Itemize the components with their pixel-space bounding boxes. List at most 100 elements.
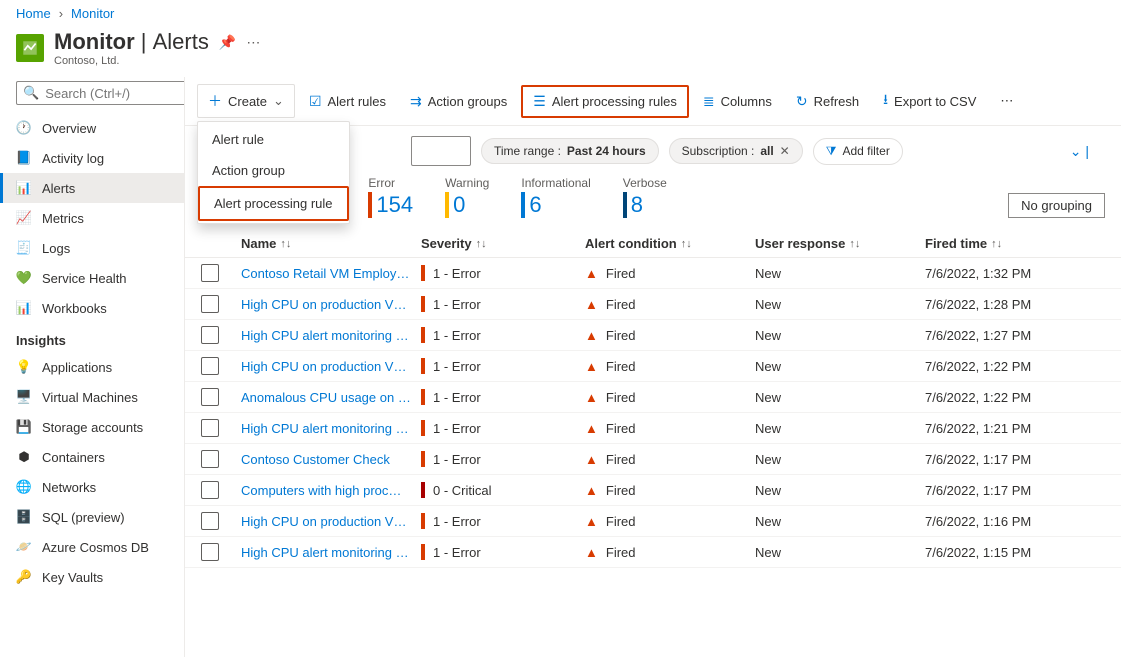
th-fired[interactable]: Fired time↑↓ — [925, 236, 1105, 251]
table-row[interactable]: High CPU alert monitoring … 1 - Error ▲F… — [185, 320, 1121, 351]
breadcrumb-current[interactable]: Monitor — [71, 6, 114, 21]
table-row[interactable]: Contoso Customer Check 1 - Error ▲Fired … — [185, 444, 1121, 475]
create-dropdown: Alert rule Action group Alert processing… — [197, 121, 350, 224]
cell-severity: 1 - Error — [421, 296, 585, 312]
sidebar-item-label: Virtual Machines — [42, 390, 138, 405]
table-row[interactable]: High CPU on production V… 1 - Error ▲Fir… — [185, 351, 1121, 382]
expand-toggle[interactable]: ⌄ | — [1054, 139, 1105, 164]
th-response[interactable]: User response↑↓ — [755, 236, 925, 251]
th-name[interactable]: Name↑↓ — [241, 236, 421, 251]
more-icon[interactable]: ⋯ — [246, 34, 260, 51]
sidebar-item-overview[interactable]: 🕐Overview — [0, 113, 184, 143]
sidebar-item-storage[interactable]: 💾Storage accounts — [0, 412, 184, 442]
dropdown-action-group[interactable]: Action group — [198, 155, 349, 186]
severity-bar-icon — [421, 544, 425, 560]
table-row[interactable]: High CPU alert monitoring … 1 - Error ▲F… — [185, 413, 1121, 444]
table-row[interactable]: Contoso Retail VM Employ… 1 - Error ▲Fir… — [185, 258, 1121, 289]
alert-rules-icon: ☑ — [309, 93, 322, 110]
add-filter-button[interactable]: ⧩ Add filter — [813, 138, 903, 165]
processing-rules-icon: ☰ — [533, 93, 546, 110]
export-csv-button[interactable]: ⭳ Export to CSV — [873, 83, 986, 119]
alert-name-link[interactable]: High CPU alert monitoring … — [241, 545, 421, 560]
action-groups-button[interactable]: ⇉ Action groups — [400, 87, 517, 116]
row-checkbox[interactable] — [201, 388, 219, 406]
search-input[interactable] — [45, 86, 185, 101]
sidebar-item-label: Overview — [42, 121, 96, 136]
sidebar-item-networks[interactable]: 🌐Networks — [0, 472, 184, 502]
cell-fired-time: 7/6/2022, 1:32 PM — [925, 266, 1105, 281]
table-row[interactable]: Computers with high proc… 0 - Critical ▲… — [185, 475, 1121, 506]
columns-button[interactable]: ≣ Columns — [693, 87, 782, 116]
row-checkbox[interactable] — [201, 264, 219, 282]
metrics-icon: 📈 — [16, 210, 32, 226]
row-checkbox[interactable] — [201, 543, 219, 561]
filter-time-range[interactable]: Time range : Past 24 hours — [481, 138, 659, 164]
table-row[interactable]: High CPU alert monitoring … 1 - Error ▲F… — [185, 537, 1121, 568]
sidebar-item-alerts[interactable]: 📊Alerts — [0, 173, 184, 203]
logs-icon: 🧾 — [16, 240, 32, 256]
breadcrumb-home[interactable]: Home — [16, 6, 51, 21]
sidebar-item-cosmos[interactable]: 🪐Azure Cosmos DB — [0, 532, 184, 562]
sidebar-item-logs[interactable]: 🧾Logs — [0, 233, 184, 263]
table-row[interactable]: Anomalous CPU usage on … 1 - Error ▲Fire… — [185, 382, 1121, 413]
row-checkbox[interactable] — [201, 326, 219, 344]
alert-name-link[interactable]: Contoso Retail VM Employ… — [241, 266, 421, 281]
warning-icon: ▲ — [585, 514, 598, 529]
sidebar-item-health[interactable]: 💚Service Health — [0, 263, 184, 293]
sidebar-item-keyvaults[interactable]: 🔑Key Vaults — [0, 562, 184, 592]
pin-icon[interactable]: 📌 — [219, 34, 236, 51]
cell-condition: ▲Fired — [585, 421, 755, 436]
sidebar-item-applications[interactable]: 💡Applications — [0, 352, 184, 382]
table-row[interactable]: High CPU on production V… 1 - Error ▲Fir… — [185, 289, 1121, 320]
cell-fired-time: 7/6/2022, 1:16 PM — [925, 514, 1105, 529]
alert-name-link[interactable]: Computers with high proc… — [241, 483, 421, 498]
table-row[interactable]: High CPU on production V… 1 - Error ▲Fir… — [185, 506, 1121, 537]
sidebar-search[interactable]: 🔍 — [16, 81, 185, 105]
row-checkbox[interactable] — [201, 481, 219, 499]
filter-search-box[interactable] — [411, 136, 471, 166]
alert-name-link[interactable]: Contoso Customer Check — [241, 452, 421, 467]
filter-subscription[interactable]: Subscription : all ✕ — [669, 138, 803, 164]
summary-info[interactable]: Informational 6 — [521, 176, 590, 218]
th-severity[interactable]: Severity↑↓ — [421, 236, 585, 251]
th-condition[interactable]: Alert condition↑↓ — [585, 236, 755, 251]
search-icon: 🔍 — [23, 85, 39, 101]
sidebar-item-metrics[interactable]: 📈Metrics — [0, 203, 184, 233]
alert-name-link[interactable]: High CPU on production V… — [241, 514, 421, 529]
more-toolbar-button[interactable]: ⋯ — [990, 87, 1023, 115]
sidebar-item-label: Key Vaults — [42, 570, 103, 585]
warning-icon: ▲ — [585, 297, 598, 312]
alert-name-link[interactable]: High CPU on production V… — [241, 297, 421, 312]
create-button[interactable]: ＋ Create ⌄ — [197, 84, 295, 118]
alert-name-link[interactable]: High CPU alert monitoring … — [241, 328, 421, 343]
sidebar-item-activity[interactable]: 📘Activity log — [0, 143, 184, 173]
alert-name-link[interactable]: Anomalous CPU usage on … — [241, 390, 421, 405]
dropdown-alert-rule[interactable]: Alert rule — [198, 124, 349, 155]
row-checkbox[interactable] — [201, 357, 219, 375]
sidebar-item-sql[interactable]: 🗄️SQL (preview) — [0, 502, 184, 532]
sidebar-item-containers[interactable]: ⬢Containers — [0, 442, 184, 472]
alert-name-link[interactable]: High CPU alert monitoring … — [241, 421, 421, 436]
cell-severity: 0 - Critical — [421, 482, 585, 498]
filter-icon: ⧩ — [826, 144, 837, 159]
dropdown-processing-rule[interactable]: Alert processing rule — [198, 186, 349, 221]
sidebar-item-vms[interactable]: 🖥️Virtual Machines — [0, 382, 184, 412]
alert-rules-button[interactable]: ☑ Alert rules — [299, 87, 396, 116]
warning-icon: ▲ — [585, 545, 598, 560]
clear-filter-icon[interactable]: ✕ — [780, 144, 790, 158]
grouping-select[interactable]: No grouping — [1008, 193, 1105, 218]
summary-error[interactable]: Error 154 — [368, 176, 413, 218]
alert-processing-rules-button[interactable]: ☰ Alert processing rules — [521, 85, 689, 118]
action-groups-icon: ⇉ — [410, 93, 422, 110]
cell-response: New — [755, 390, 925, 405]
alert-name-link[interactable]: High CPU on production V… — [241, 359, 421, 374]
sidebar-item-workbooks[interactable]: 📊Workbooks — [0, 293, 184, 323]
sql-icon: 🗄️ — [16, 509, 32, 525]
row-checkbox[interactable] — [201, 295, 219, 313]
summary-verbose[interactable]: Verbose 8 — [623, 176, 667, 218]
row-checkbox[interactable] — [201, 512, 219, 530]
summary-warning[interactable]: Warning 0 — [445, 176, 489, 218]
refresh-button[interactable]: ↻ Refresh — [786, 87, 869, 116]
row-checkbox[interactable] — [201, 419, 219, 437]
row-checkbox[interactable] — [201, 450, 219, 468]
